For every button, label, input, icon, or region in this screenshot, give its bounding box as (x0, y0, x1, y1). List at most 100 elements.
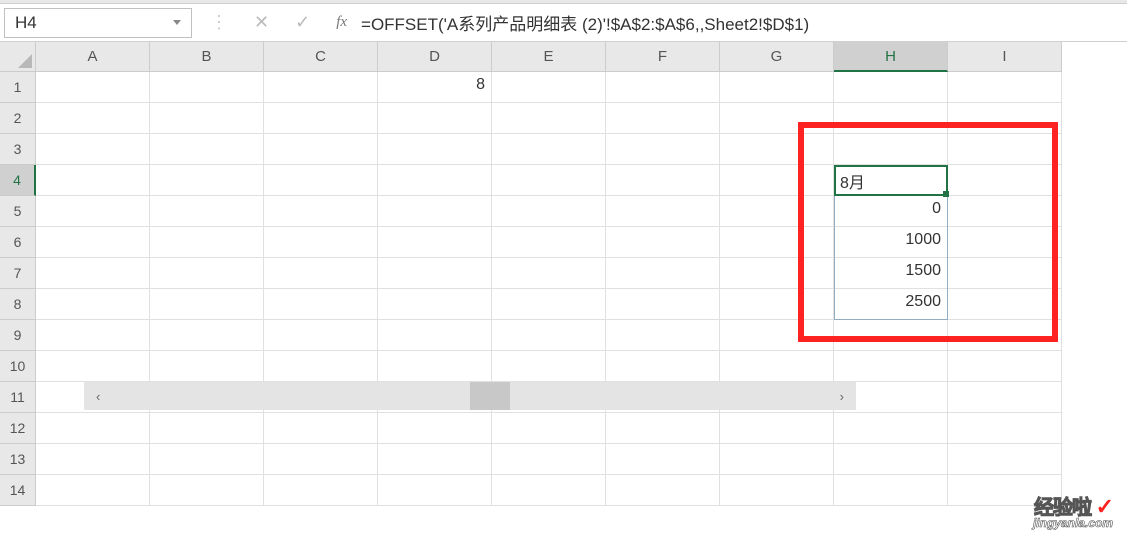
cell[interactable] (264, 227, 378, 258)
horizontal-scroll-control[interactable]: ‹ › (84, 382, 856, 410)
cell[interactable]: 1000 (834, 227, 948, 258)
cell[interactable] (264, 413, 378, 444)
cell[interactable] (264, 134, 378, 165)
row-header[interactable]: 14 (0, 475, 36, 506)
cell[interactable] (606, 165, 720, 196)
cell[interactable] (264, 289, 378, 320)
cell[interactable] (720, 289, 834, 320)
cell[interactable] (948, 134, 1062, 165)
scroll-thumb[interactable] (470, 382, 510, 410)
cell[interactable] (606, 475, 720, 506)
cell[interactable] (150, 72, 264, 103)
cell[interactable] (264, 320, 378, 351)
cell[interactable] (720, 227, 834, 258)
cell[interactable] (150, 103, 264, 134)
cell[interactable] (150, 196, 264, 227)
cell[interactable] (606, 134, 720, 165)
column-header[interactable]: I (948, 42, 1062, 72)
cell[interactable] (948, 103, 1062, 134)
cell[interactable] (948, 320, 1062, 351)
cell[interactable] (606, 72, 720, 103)
cell[interactable] (264, 196, 378, 227)
row-header[interactable]: 6 (0, 227, 36, 258)
row-header[interactable]: 11 (0, 382, 36, 413)
cell-grid[interactable]: A B C D E F G H I 8 (36, 42, 1062, 536)
accept-icon[interactable]: ✓ (295, 12, 310, 33)
row-header[interactable]: 8 (0, 289, 36, 320)
cell[interactable] (36, 258, 150, 289)
cell[interactable] (378, 165, 492, 196)
cell[interactable] (492, 351, 606, 382)
cell[interactable] (606, 227, 720, 258)
cell[interactable] (378, 444, 492, 475)
cell[interactable]: 0 (834, 196, 948, 227)
cell[interactable] (264, 475, 378, 506)
cell[interactable] (492, 72, 606, 103)
cell[interactable]: 2500 (834, 289, 948, 320)
cell[interactable] (720, 103, 834, 134)
cell[interactable] (492, 444, 606, 475)
cell[interactable] (834, 351, 948, 382)
cell[interactable] (378, 196, 492, 227)
cell[interactable] (492, 196, 606, 227)
cell[interactable] (492, 475, 606, 506)
cell[interactable] (606, 258, 720, 289)
cell[interactable] (36, 475, 150, 506)
cell[interactable] (834, 134, 948, 165)
row-header[interactable]: 9 (0, 320, 36, 351)
cell[interactable] (834, 475, 948, 506)
cell[interactable] (948, 196, 1062, 227)
column-header[interactable]: B (150, 42, 264, 72)
cell[interactable] (948, 351, 1062, 382)
scroll-track[interactable] (100, 382, 839, 410)
cell[interactable] (378, 320, 492, 351)
cell[interactable] (492, 413, 606, 444)
cell[interactable] (150, 258, 264, 289)
cell[interactable] (150, 134, 264, 165)
cell[interactable] (606, 444, 720, 475)
cell[interactable] (720, 413, 834, 444)
cell[interactable] (150, 227, 264, 258)
cell[interactable] (720, 351, 834, 382)
cell[interactable] (36, 227, 150, 258)
cell[interactable] (150, 320, 264, 351)
cell[interactable] (720, 196, 834, 227)
cancel-icon[interactable]: ✕ (254, 12, 269, 33)
cell[interactable] (378, 258, 492, 289)
select-all-corner[interactable] (0, 42, 36, 72)
cell[interactable] (36, 103, 150, 134)
row-header[interactable]: 13 (0, 444, 36, 475)
cell[interactable] (264, 444, 378, 475)
cell[interactable] (720, 258, 834, 289)
cell[interactable] (948, 72, 1062, 103)
cell[interactable] (948, 413, 1062, 444)
cell[interactable] (834, 413, 948, 444)
cell[interactable] (834, 103, 948, 134)
cell[interactable] (36, 165, 150, 196)
cell[interactable] (948, 289, 1062, 320)
row-header[interactable]: 4 (0, 165, 36, 196)
cell[interactable] (264, 351, 378, 382)
cell[interactable] (606, 413, 720, 444)
cell[interactable] (378, 413, 492, 444)
column-header[interactable]: E (492, 42, 606, 72)
cell[interactable] (606, 103, 720, 134)
fx-icon[interactable]: fx (336, 14, 347, 31)
cell[interactable] (720, 444, 834, 475)
row-header[interactable]: 1 (0, 72, 36, 103)
cell[interactable] (378, 103, 492, 134)
cell[interactable] (492, 227, 606, 258)
cell[interactable] (378, 134, 492, 165)
cell[interactable] (492, 165, 606, 196)
cell[interactable] (492, 289, 606, 320)
cell[interactable] (606, 320, 720, 351)
cell[interactable] (150, 351, 264, 382)
cell[interactable] (264, 103, 378, 134)
cell[interactable] (36, 134, 150, 165)
cell[interactable] (378, 289, 492, 320)
cell[interactable] (720, 475, 834, 506)
cell[interactable] (36, 320, 150, 351)
cell[interactable] (948, 382, 1062, 413)
column-header[interactable]: H (834, 42, 948, 72)
row-header[interactable]: 7 (0, 258, 36, 289)
